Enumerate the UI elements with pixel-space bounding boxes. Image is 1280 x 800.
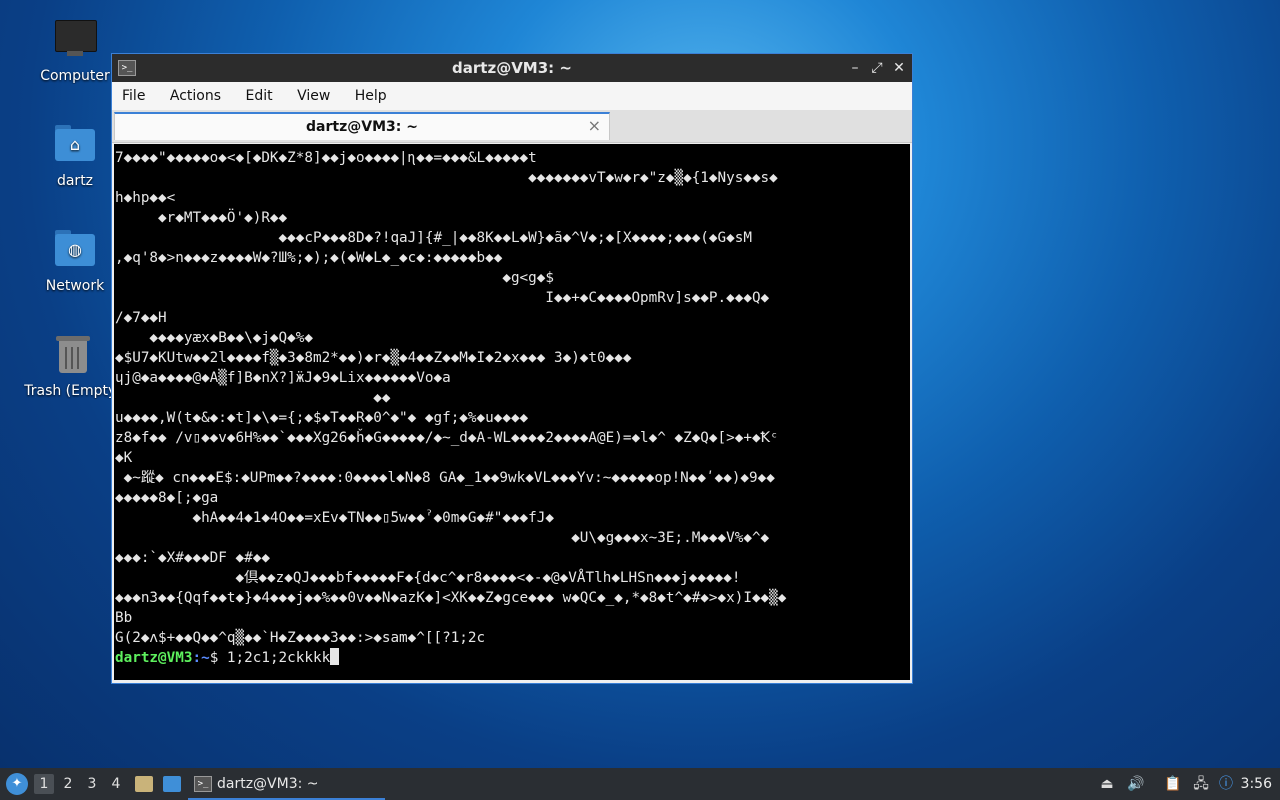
terminal-output[interactable]: 7◆◆◆◆"◆◆◆◆◆o◆<◆[◆DK◆Z*8]◆◆j◆o◆◆◆◆|ɳ◆◆=◆◆… — [114, 144, 910, 680]
close-button[interactable]: ✕ — [888, 54, 910, 82]
notification-icon[interactable]: ⓘ — [1216, 774, 1236, 794]
terminal-window: >_ dartz@VM3: ~ – ⤢ ✕ File Actions Edit … — [111, 53, 913, 684]
prompt-symbol: $ — [209, 650, 227, 666]
terminal-line: ◆◆◆n3◆◆{Qqf◆◆t◆}◆4◆◆◆j◆◆%◆◆0v◆◆N◆azK◆]<X… — [115, 590, 787, 606]
workspace-3[interactable]: 3 — [82, 774, 102, 794]
workspace-1[interactable]: 1 — [34, 774, 54, 794]
taskbar: ✦ 1 2 3 4 >_ dartz@VM3: ~ ⏏ 🔊 📋 🖧 ⓘ 3:56 — [0, 768, 1280, 800]
eject-icon[interactable]: ⏏ — [1099, 774, 1115, 794]
trash-icon — [49, 331, 97, 379]
terminal-line: 7◆◆◆◆"◆◆◆◆◆o◆<◆[◆DK◆Z*8]◆◆j◆o◆◆◆◆|ɳ◆◆=◆◆… — [115, 150, 537, 166]
taskbar-task-terminal[interactable]: >_ dartz@VM3: ~ — [188, 768, 385, 800]
tab-label: dartz@VM3: ~ — [306, 119, 418, 135]
terminal-line: ◆◆◆◆yæx◆B◆◆\◆j◆Q◆%◆ — [115, 330, 313, 346]
tab-terminal[interactable]: dartz@VM3: ~ × — [114, 112, 610, 140]
maximize-button[interactable]: ⤢ — [866, 54, 888, 82]
menu-edit[interactable]: Edit — [235, 82, 282, 110]
terminal-line: G(2◆ʌ$+◆◆Q◆◆^q▒◆◆`H◆Z◆◆◆◆3◆◆:>◆sam◆^[[?1… — [115, 630, 486, 646]
show-desktop-icon[interactable] — [163, 776, 181, 792]
workspace-4[interactable]: 4 — [106, 774, 126, 794]
terminal-line: ◆g<g◆$ — [115, 270, 554, 286]
prompt-user: dartz@VM3 — [115, 650, 193, 666]
menubar: File Actions Edit View Help — [112, 82, 912, 110]
terminal-line: ◆◆◆cP◆◆◆8D◆?!qaJ]{#_|◆◆8K◆◆L◆W}◆ã◆^V◆;◆[… — [115, 230, 752, 246]
menu-actions[interactable]: Actions — [160, 82, 231, 110]
terminal-line: ◆◆ — [115, 390, 391, 406]
terminal-line: ɥj@◆a◆◆◆◆@◆A▒f]B◆nX?]ӝJ◆9◆Lix◆◆◆◆◆◆Vo◆a — [115, 370, 451, 386]
taskbar-task-label: dartz@VM3: ~ — [217, 776, 319, 792]
file-manager-launcher-icon[interactable] — [135, 776, 153, 792]
terminal-line: ◆◆◆:`◆X#◆◆◆DF ◆#◆◆ — [115, 550, 270, 566]
clock[interactable]: 3:56 — [1241, 768, 1272, 800]
terminal-icon: >_ — [194, 776, 212, 792]
terminal-line: ◆hA◆◆4◆1◆4O◆◆=xEv◆TN◆◆▯5w◆◆ˀ◆0m◆G◆#"◆◆◆f… — [115, 510, 554, 526]
network-folder-icon: ◍ — [51, 226, 99, 274]
menu-help[interactable]: Help — [345, 82, 397, 110]
terminal-line: ◆$U7◆KUtw◆◆2l◆◆◆◆f▒◆3◆8m2*◆◆)◆r◆▒◆4◆◆Z◆◆… — [115, 350, 632, 366]
minimize-button[interactable]: – — [844, 54, 866, 82]
prompt-line: dartz@VM3:~$ 1;2c1;2ckkkk — [115, 648, 910, 668]
terminal-line: ◆◆◆◆◆8◆[;◆ga — [115, 490, 219, 506]
volume-icon[interactable]: 🔊 — [1126, 774, 1146, 794]
terminal-line: ,◆q'8◆>n◆◆◆z◆◆◆◆W◆?Ш%;◆);◆(◆W◆L◆_◆c◆:◆◆◆… — [115, 250, 503, 266]
terminal-line: ◆~蹤◆ cn◆◆◆E$:◆UPm◆◆?◆◆◆◆:0◆◆◆◆l◆N◆8 GA◆_… — [115, 470, 775, 486]
window-titlebar[interactable]: >_ dartz@VM3: ~ – ⤢ ✕ — [112, 54, 912, 82]
terminal-line: ◆倶◆◆z◆QJ◆◆◆bf◆◆◆◆◆F◆{d◆c^◆r8◆◆◆◆<◆-◆@◆VÅ… — [115, 570, 741, 586]
terminal-line: u◆◆◆◆,W(t◆&◆:◆t]◆\◆={;◆$◆T◆◆R◆0^◆"◆ ◆gf;… — [115, 410, 529, 426]
tab-close-icon[interactable]: × — [588, 114, 601, 138]
text-cursor — [330, 648, 340, 665]
menu-view[interactable]: View — [287, 82, 340, 110]
computer-icon — [51, 16, 99, 64]
menu-file[interactable]: File — [112, 82, 155, 110]
terminal-line: ◆r◆MT◆◆◆Ö'◆)R◆◆ — [115, 210, 288, 226]
start-menu-button[interactable]: ✦ — [6, 773, 28, 795]
network-status-icon[interactable]: 🖧 — [1191, 774, 1211, 794]
terminal-line: Bb — [115, 610, 133, 626]
tab-bar: dartz@VM3: ~ × — [112, 110, 912, 143]
clipboard-icon[interactable]: 📋 — [1163, 774, 1183, 794]
terminal-line: ◆◆◆◆◆◆◆vT◆w◆r◆"z◆▒◆{1◆Nys◆◆s◆ — [115, 170, 778, 186]
terminal-line: z8◆f◆◆ /v▯◆◆v◆6H%◆◆`◆◆◆Xg26◆ȟ◆G◆◆◆◆◆/◆~_… — [115, 430, 779, 446]
command-input[interactable]: 1;2c1;2ckkkk — [227, 650, 330, 666]
terminal-line: ◆K — [115, 450, 133, 466]
terminal-line: /◆7◆◆H — [115, 310, 167, 326]
terminal-line: ◆U\◆g◆◆◆x~3E;.M◆◆◆V%◆^◆ — [115, 530, 770, 546]
terminal-line: h◆hp◆◆< — [115, 190, 176, 206]
workspace-2[interactable]: 2 — [58, 774, 78, 794]
window-title: dartz@VM3: ~ — [452, 59, 572, 77]
home-folder-icon: ⌂ — [51, 121, 99, 169]
terminal-line: I◆◆+◆C◆◆◆◆OpmRv]s◆◆P.◆◆◆Q◆ — [115, 290, 770, 306]
prompt-path: :~ — [192, 650, 210, 666]
